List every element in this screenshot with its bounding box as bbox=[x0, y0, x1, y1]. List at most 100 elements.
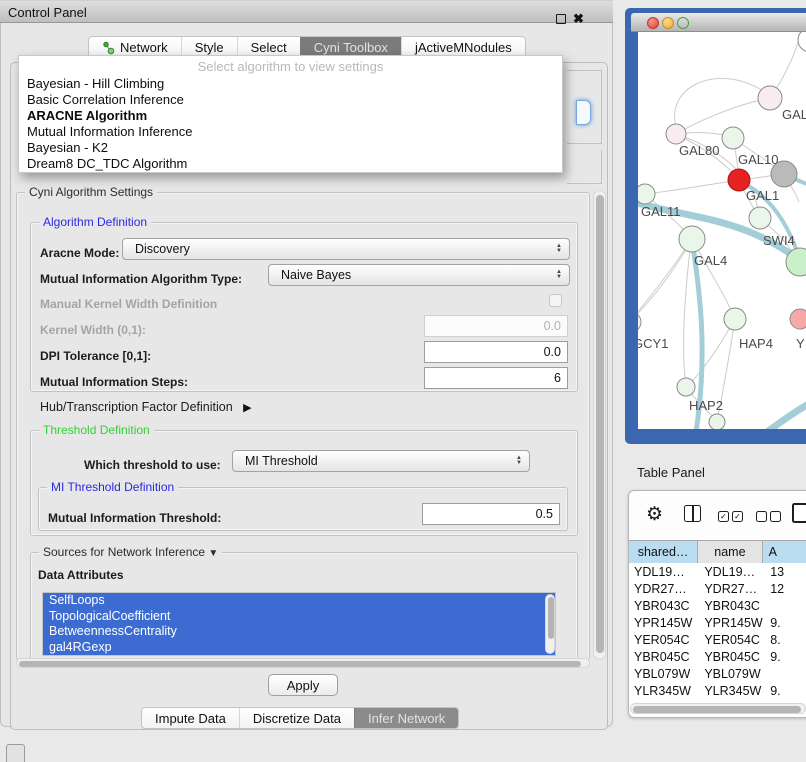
table-cell[interactable]: YBR045C bbox=[629, 648, 699, 665]
table-row[interactable]: YLR345WYLR345W9. bbox=[629, 682, 806, 699]
table-cell[interactable]: 9. bbox=[765, 682, 806, 699]
which-threshold-combo[interactable]: MI Threshold ▲▼ bbox=[232, 450, 530, 472]
network-node[interactable] bbox=[724, 308, 746, 330]
deselect-all-checks-icon[interactable] bbox=[756, 511, 781, 522]
table-cell[interactable]: YBR045C bbox=[699, 648, 765, 665]
column-header-shared-name[interactable]: shared… bbox=[629, 541, 698, 563]
settings-vscrollbar[interactable] bbox=[593, 190, 606, 660]
float-window-icon[interactable] bbox=[556, 14, 566, 24]
floating-panel-icon[interactable] bbox=[6, 744, 25, 762]
dpi-tolerance-field[interactable]: 0.0 bbox=[424, 341, 568, 363]
network-window-titlebar[interactable] bbox=[631, 13, 806, 32]
close-icon[interactable]: ✖ bbox=[573, 11, 584, 27]
table-cell[interactable]: 8. bbox=[765, 631, 806, 648]
network-node[interactable] bbox=[679, 226, 705, 252]
table-cell[interactable]: 13 bbox=[765, 563, 806, 580]
table-cell[interactable]: YBR043C bbox=[699, 597, 765, 614]
field-value: 0.0 bbox=[544, 345, 561, 359]
network-tab-icon bbox=[102, 41, 115, 55]
algorithm-option[interactable]: Mutual Information Inference bbox=[19, 124, 562, 140]
gear-icon[interactable]: ⚙ bbox=[646, 503, 663, 526]
scrollbar-thumb[interactable] bbox=[633, 706, 801, 713]
tab-discretize-data[interactable]: Discretize Data bbox=[239, 708, 354, 728]
window-title: Control Panel bbox=[8, 5, 87, 20]
network-node[interactable] bbox=[771, 161, 797, 187]
algorithm-option[interactable]: Bayesian - Hill Climbing bbox=[19, 76, 562, 92]
sources-collapse-toggle[interactable]: Sources for Network Inference ▼ bbox=[39, 545, 222, 559]
algorithm-option[interactable]: ARACNE Algorithm bbox=[19, 108, 562, 124]
algorithm-option[interactable]: Bayesian - K2 bbox=[19, 140, 562, 156]
table-cell[interactable]: 9. bbox=[765, 648, 806, 665]
tab-infer-network[interactable]: Infer Network bbox=[354, 708, 458, 728]
table-cell[interactable]: YBL079W bbox=[699, 665, 765, 682]
network-node[interactable] bbox=[798, 32, 806, 52]
table-cell[interactable]: 12 bbox=[765, 580, 806, 597]
network-node[interactable] bbox=[758, 86, 782, 110]
network-node[interactable] bbox=[709, 414, 725, 429]
table-row[interactable]: YBL079WYBL079W bbox=[629, 665, 806, 682]
network-node[interactable] bbox=[666, 124, 686, 144]
column-header-name[interactable]: name bbox=[698, 541, 762, 563]
table-cell[interactable]: YER054C bbox=[699, 631, 765, 648]
select-all-checks-icon[interactable]: ✓ ✓ bbox=[718, 511, 743, 522]
table-cell[interactable]: 9. bbox=[765, 614, 806, 631]
table-row[interactable]: YBR043CYBR043C bbox=[629, 597, 806, 614]
manual-kernel-checkbox[interactable] bbox=[549, 294, 562, 307]
apply-button[interactable]: Apply bbox=[268, 674, 338, 696]
network-node[interactable] bbox=[790, 309, 806, 329]
data-attribute-item[interactable]: TopologicalCoefficient bbox=[43, 609, 555, 625]
network-node[interactable] bbox=[677, 378, 695, 396]
table-cell[interactable]: YDR27… bbox=[699, 580, 765, 597]
scrollbar-thumb[interactable] bbox=[548, 597, 554, 639]
table-cell[interactable]: YPR145W bbox=[699, 614, 765, 631]
algorithm-option[interactable]: Dream8 DC_TDC Algorithm bbox=[19, 156, 562, 172]
network-node[interactable] bbox=[638, 312, 641, 332]
table-row[interactable]: YDR27…YDR27…12 bbox=[629, 580, 806, 597]
network-node[interactable] bbox=[749, 207, 771, 229]
mi-type-combo[interactable]: Naive Bayes ▲▼ bbox=[268, 264, 570, 286]
attributes-list-scrollbar[interactable] bbox=[545, 594, 555, 654]
table-cell[interactable]: YDL19… bbox=[629, 563, 699, 580]
scrollbar-thumb[interactable] bbox=[19, 661, 581, 667]
table-cell[interactable]: YBR043C bbox=[629, 597, 699, 614]
network-node[interactable] bbox=[722, 127, 744, 149]
settings-hscrollbar[interactable] bbox=[16, 658, 590, 668]
table-cell[interactable]: YBL079W bbox=[629, 665, 699, 682]
hub-definition-expander[interactable]: Hub/Transcription Factor Definition ▶ bbox=[40, 398, 252, 416]
mi-steps-field[interactable]: 6 bbox=[424, 367, 568, 389]
algorithm-option[interactable]: Basic Correlation Inference bbox=[19, 92, 562, 108]
data-attribute-item[interactable]: BetweennessCentrality bbox=[43, 624, 555, 640]
table-row[interactable]: YBR045CYBR045C9. bbox=[629, 648, 806, 665]
table-cell[interactable]: YDR27… bbox=[629, 580, 699, 597]
close-traffic-light[interactable] bbox=[647, 17, 659, 29]
table-cell[interactable]: YLR345W bbox=[629, 682, 699, 699]
minimize-traffic-light[interactable] bbox=[662, 17, 674, 29]
table-cell[interactable]: YLR345W bbox=[699, 682, 765, 699]
table-hscrollbar[interactable] bbox=[630, 703, 806, 714]
data-attributes-list[interactable]: SelfLoopsTopologicalCoefficientBetweenne… bbox=[42, 592, 556, 656]
table-cell[interactable]: YER054C bbox=[629, 631, 699, 648]
data-attribute-item[interactable]: SelfLoops bbox=[43, 593, 555, 609]
zoom-traffic-light[interactable] bbox=[677, 17, 689, 29]
network-node[interactable] bbox=[638, 184, 655, 204]
column-header-clipped[interactable]: A bbox=[763, 541, 806, 563]
new-table-icon[interactable] bbox=[792, 503, 806, 523]
network-canvas[interactable]: GALGAL80GAL10GAL1GAL11SWI4GAL4GCY1HAP4YH… bbox=[638, 32, 806, 429]
table-cell[interactable] bbox=[765, 665, 806, 682]
table-cell[interactable]: YDL19… bbox=[699, 563, 765, 580]
table-row[interactable]: YER054CYER054C8. bbox=[629, 631, 806, 648]
mi-threshold-field[interactable]: 0.5 bbox=[422, 503, 560, 525]
table-row[interactable]: YDL19…YDL19…13 bbox=[629, 563, 806, 580]
column-layout-icon[interactable] bbox=[684, 505, 701, 522]
aracne-mode-combo[interactable]: Discovery ▲▼ bbox=[122, 238, 570, 260]
table-row[interactable]: YPR145WYPR145W9. bbox=[629, 614, 806, 631]
group-title: Cyni Algorithm Settings bbox=[25, 185, 157, 199]
scrollbar-thumb[interactable] bbox=[596, 195, 604, 653]
table-cell[interactable] bbox=[765, 597, 806, 614]
table-cell[interactable]: YPR145W bbox=[629, 614, 699, 631]
kernel-width-field[interactable]: 0.0 bbox=[424, 315, 568, 337]
tab-impute-data[interactable]: Impute Data bbox=[142, 708, 239, 728]
data-attribute-item[interactable]: gal4RGexp bbox=[43, 640, 555, 656]
tab-label: Discretize Data bbox=[253, 711, 341, 726]
screen: Control Panel ✖ Network Style Select Cyn… bbox=[0, 0, 806, 762]
